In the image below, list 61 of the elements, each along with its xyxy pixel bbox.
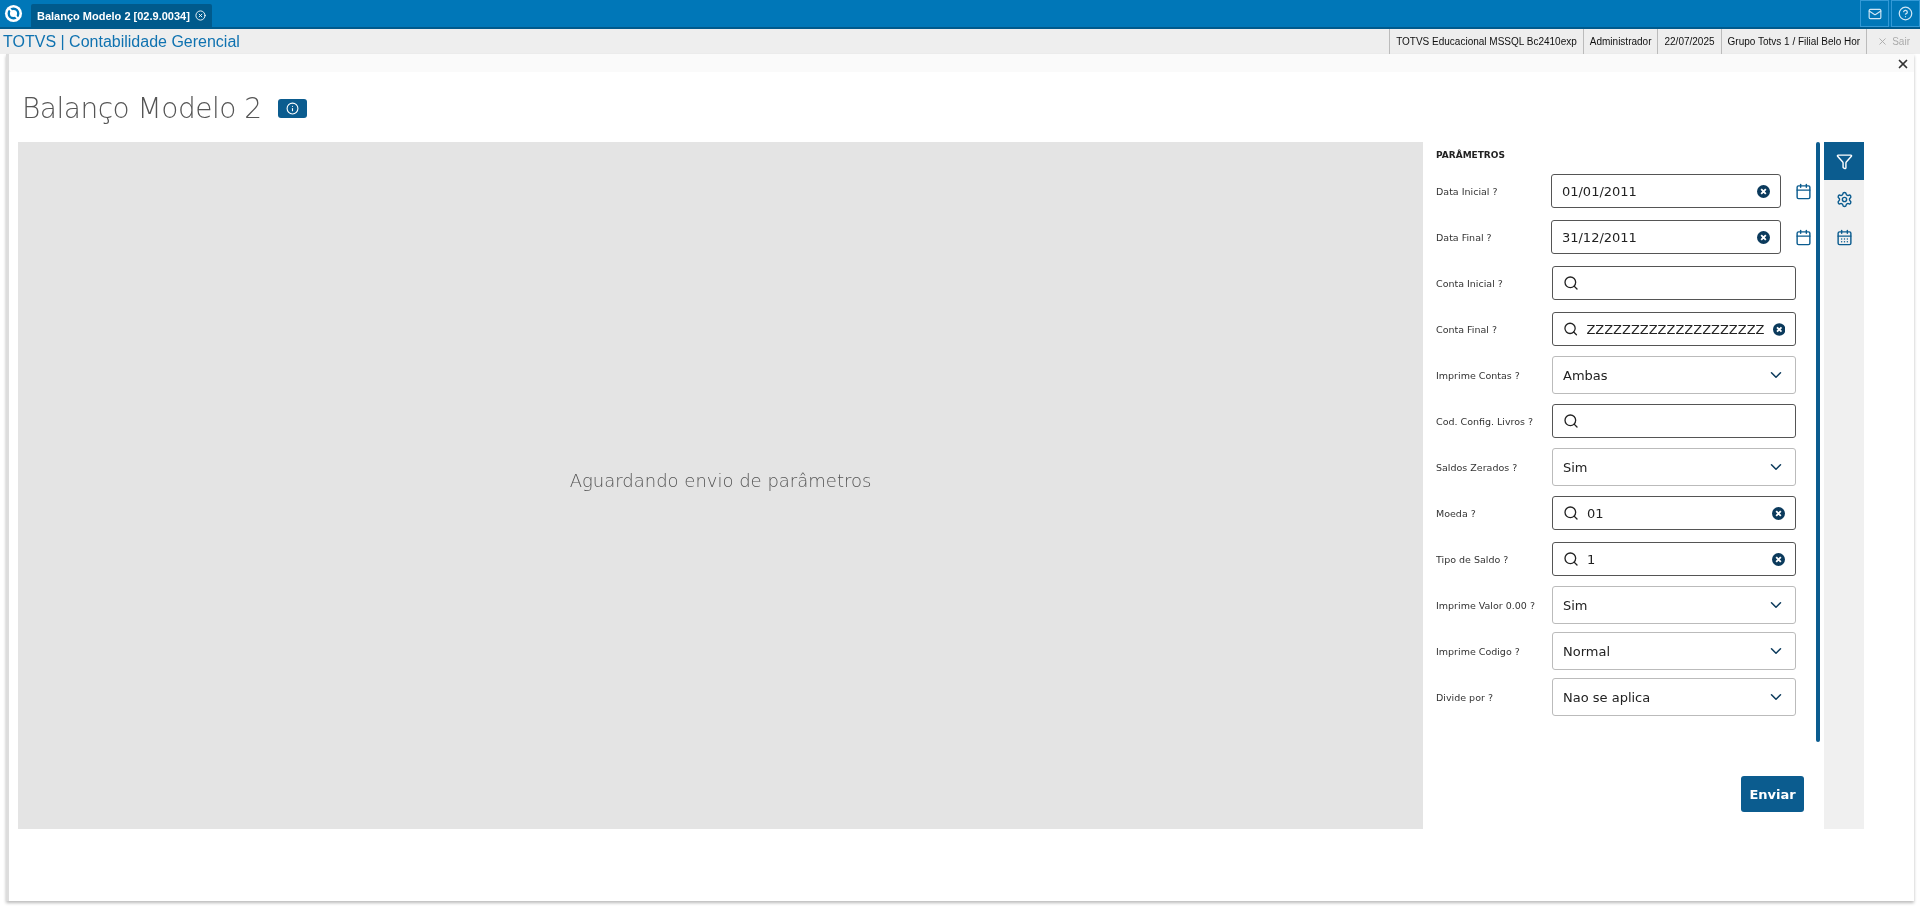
field-value: 01/01/2011 [1561,183,1638,199]
select-field[interactable]: Normal [1552,632,1796,670]
section-heading: PARÂMETROS [1436,150,1506,160]
app-title: TOTVS | Contabilidade Gerencial [2,32,240,51]
field-label: Data Final ? [1436,231,1493,243]
field-value: 01 [1587,505,1605,521]
field-value: 1 [1587,551,1597,567]
calendar-icon[interactable] [1795,228,1812,246]
close-icon [1877,36,1889,47]
select-field[interactable]: Sim [1552,586,1796,624]
lookup-field[interactable]: ZZZZZZZZZZZZZZZZZZZZ [1552,312,1796,346]
info-button[interactable] [277,98,307,118]
select-field[interactable]: Sim [1552,448,1796,486]
mail-icon[interactable] [1860,0,1889,27]
tab[interactable]: Balanço Modelo 2 [02.9.0034] [31,4,212,27]
clear-icon[interactable] [1772,552,1785,566]
info-icon [285,101,299,115]
search-icon [1563,275,1579,291]
lookup-field[interactable] [1552,404,1796,438]
field-value: 31/12/2011 [1561,229,1638,245]
page-title: Balanço Modelo 2 [22,91,262,125]
date-field[interactable]: 01/01/2011 [1550,174,1781,208]
clear-icon[interactable] [1772,506,1785,520]
field-label: Moeda ? [1436,507,1477,519]
select-field[interactable]: Nao se aplica [1552,678,1796,716]
field-label: Imprime Valor 0.00 ? [1436,599,1536,611]
field-label: Saldos Zerados ? [1436,461,1519,473]
calendar-icon[interactable] [1795,182,1812,200]
lookup-field[interactable]: 1 [1552,542,1796,576]
field-label: Cod. Config. Livros ? [1436,415,1535,427]
field-value: Sim [1563,597,1589,613]
close-icon[interactable] [194,10,206,21]
field-label: Imprime Codigo ? [1436,645,1521,657]
field-label: Tipo de Saldo ? [1436,553,1510,565]
field-value: Ambas [1563,367,1609,383]
status-message: Aguardando envio de parâmetros [569,470,872,491]
select-field[interactable]: Ambas [1552,356,1796,394]
lookup-field[interactable]: 01 [1552,496,1796,530]
field-value: ZZZZZZZZZZZZZZZZZZZZ [1586,321,1765,337]
clear-icon[interactable] [1757,184,1770,198]
field-value: Sim [1563,459,1589,475]
search-icon [1563,413,1579,429]
filter-icon[interactable] [1824,142,1864,180]
close-icon[interactable] [1896,57,1910,71]
field-value: Normal [1563,643,1612,659]
help-icon[interactable] [1891,0,1920,27]
search-icon [1563,551,1579,567]
field-label: Data Inicial ? [1436,185,1499,197]
field-label: Divide por ? [1436,691,1494,703]
clear-icon[interactable] [1772,322,1785,336]
field-label: Imprime Contas ? [1436,369,1521,381]
field-value: Nao se aplica [1563,689,1652,705]
search-icon [1563,505,1579,521]
field-label: Conta Final ? [1436,323,1498,335]
field-label: Conta Inicial ? [1436,277,1504,289]
date-field[interactable]: 31/12/2011 [1550,220,1781,254]
lookup-field[interactable] [1552,266,1796,300]
logout-label: Sair [1892,36,1910,47]
submit-button[interactable]: Enviar [1741,776,1804,812]
clear-icon[interactable] [1757,230,1770,244]
search-icon [1563,321,1579,337]
